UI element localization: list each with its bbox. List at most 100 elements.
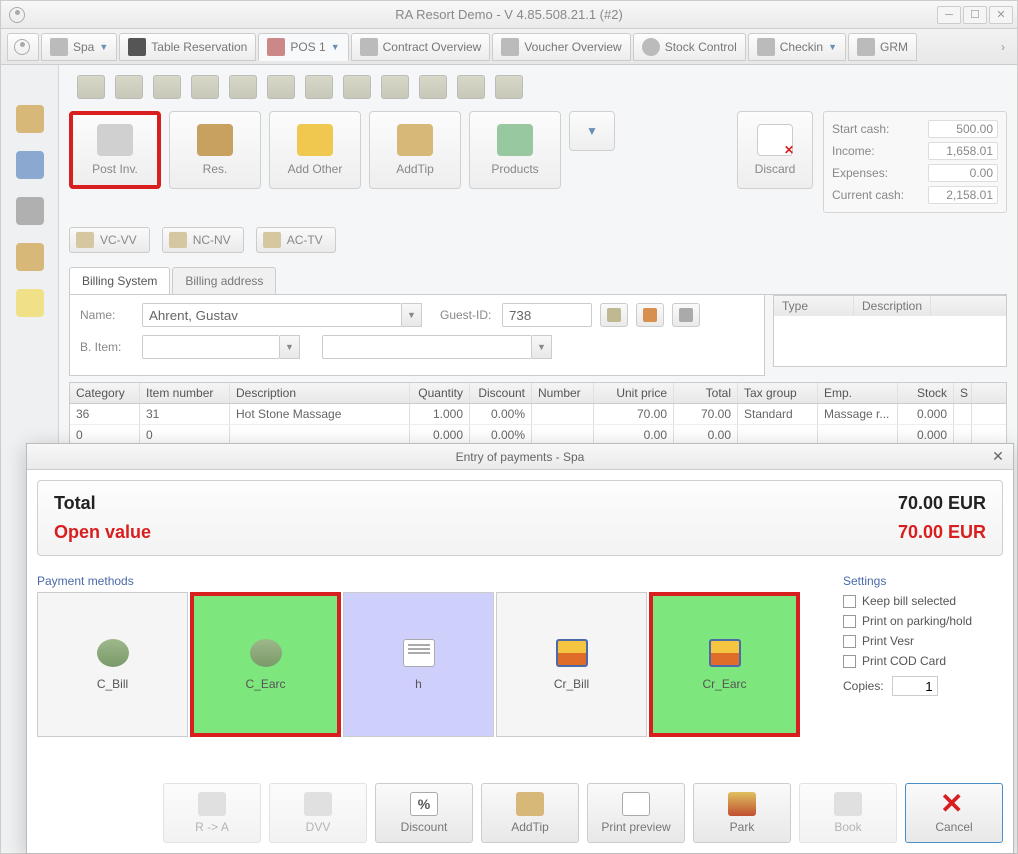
ra-button[interactable]: R -> A [163,783,261,843]
tabstrip-overflow[interactable]: › [995,40,1011,54]
register-icon [97,124,133,156]
rail-users-icon[interactable] [16,105,44,133]
action-buttons: Post Inv. Res. Add Other AddTip Products… [69,111,615,189]
chip-label: AC-TV [287,233,323,247]
toolbar-icon[interactable] [381,75,409,99]
checkbox[interactable] [843,635,856,648]
col-header[interactable]: Discount [470,383,532,403]
guest-key-button[interactable] [636,303,664,327]
toolbar-icon[interactable] [305,75,333,99]
tab-pos1[interactable]: POS 1▼ [258,33,348,61]
bitem-input[interactable] [142,335,280,359]
checkbox[interactable] [843,595,856,608]
rail-sync-icon[interactable] [16,197,44,225]
col-header[interactable]: Stock [898,383,954,403]
tab-table-reservation[interactable]: Table Reservation [119,33,256,61]
copies-input[interactable] [892,676,938,696]
toolbar-icon[interactable] [419,75,447,99]
col-header[interactable]: Quantity [410,383,470,403]
tab-billing-address[interactable]: Billing address [172,267,276,294]
name-dropdown[interactable]: ▼ [402,303,422,327]
maximize-button[interactable]: ☐ [963,6,987,24]
cancel-button[interactable]: ✕Cancel [905,783,1003,843]
tab-contract-overview[interactable]: Contract Overview [351,33,491,61]
tab-label: Contract Overview [383,40,482,54]
col-header[interactable]: Emp. [818,383,898,403]
res-button[interactable]: Res. [169,111,261,189]
grid-row[interactable]: 3631Hot Stone Massage1.0000.00%70.0070.0… [70,404,1006,425]
print-vesr-row[interactable]: Print Vesr [843,634,1003,648]
tab-checkin[interactable]: Checkin▼ [748,33,846,61]
discount-button[interactable]: %Discount [375,783,473,843]
cell: Hot Stone Massage [230,404,410,424]
payment-c-earc[interactable]: C_Earc [190,592,341,737]
park-button[interactable]: Park [693,783,791,843]
toolbar-icon[interactable] [343,75,371,99]
add-tip-button[interactable]: AddTip [369,111,461,189]
col-header[interactable]: Category [70,383,140,403]
products-button[interactable]: Products [469,111,561,189]
filter-ac-tv[interactable]: AC-TV [256,227,336,253]
checkbox[interactable] [843,655,856,668]
col-header[interactable]: Tax group [738,383,818,403]
keep-bill-row[interactable]: Keep bill selected [843,594,1003,608]
print-preview-button[interactable]: Print preview [587,783,685,843]
guest-search-button[interactable] [600,303,628,327]
post-inv-button[interactable]: Post Inv. [69,111,161,189]
toolbar-icon[interactable] [495,75,523,99]
tab-billing-system[interactable]: Billing System [69,267,170,294]
contract-icon [360,38,378,56]
filter-vc-vv[interactable]: VC-VV [69,227,150,253]
minimize-button[interactable]: ─ [937,6,961,24]
payment-c-bill[interactable]: C_Bill [37,592,188,737]
cash-label: Current cash: [832,188,904,202]
name-input[interactable] [142,303,402,327]
tab-stock-control[interactable]: Stock Control [633,33,746,61]
cash-icon [97,639,129,667]
add-other-button[interactable]: Add Other [269,111,361,189]
rail-person-icon[interactable] [16,243,44,271]
home-tab[interactable] [7,33,39,61]
payment-h[interactable]: h [343,592,494,737]
bitem2-input[interactable] [322,335,532,359]
close-button[interactable]: ✕ [989,6,1013,24]
dvv-button[interactable]: DVV [269,783,367,843]
tab-voucher-overview[interactable]: Voucher Overview [492,33,630,61]
expand-button[interactable]: ▼ [569,111,615,151]
rail-note-icon[interactable] [16,289,44,317]
toolbar-icon[interactable] [457,75,485,99]
payment-cr-bill[interactable]: Cr_Bill [496,592,647,737]
col-header[interactable]: Item number [140,383,230,403]
col-header[interactable]: Total [674,383,738,403]
bitem-dropdown[interactable]: ▼ [280,335,300,359]
tab-grm[interactable]: GRM [848,33,917,61]
checkbox[interactable] [843,615,856,628]
pm-label: C_Earc [245,677,285,691]
col-header[interactable]: Number [532,383,594,403]
modal-close-button[interactable]: ✕ [989,448,1007,464]
toolbar-icon[interactable] [77,75,105,99]
payment-cr-earc[interactable]: Cr_Earc [649,592,800,737]
toolbar-icon[interactable] [267,75,295,99]
col-header[interactable]: S [954,383,972,403]
book-button[interactable]: Book [799,783,897,843]
filter-nc-nv[interactable]: NC-NV [162,227,244,253]
guest-id-input[interactable] [502,303,592,327]
addtip-button[interactable]: AddTip [481,783,579,843]
print-cod-row[interactable]: Print COD Card [843,654,1003,668]
copies-label: Copies: [843,679,884,693]
toolbar-icon[interactable] [229,75,257,99]
col-header[interactable]: Description [230,383,410,403]
print-park-row[interactable]: Print on parking/hold [843,614,1003,628]
toolbar-icon[interactable] [115,75,143,99]
toolbar-icon[interactable] [191,75,219,99]
discard-button[interactable]: ✕Discard [737,111,813,189]
tab-spa[interactable]: Spa▼ [41,33,117,61]
toolbar-icon[interactable] [153,75,181,99]
cell: Massage r... [818,404,898,424]
rail-calendar-icon[interactable] [16,151,44,179]
bitem2-dropdown[interactable]: ▼ [532,335,552,359]
guest-link-button[interactable] [672,303,700,327]
window-title: RA Resort Demo - V 4.85.508.21.1 (#2) [395,7,623,22]
col-header[interactable]: Unit price [594,383,674,403]
